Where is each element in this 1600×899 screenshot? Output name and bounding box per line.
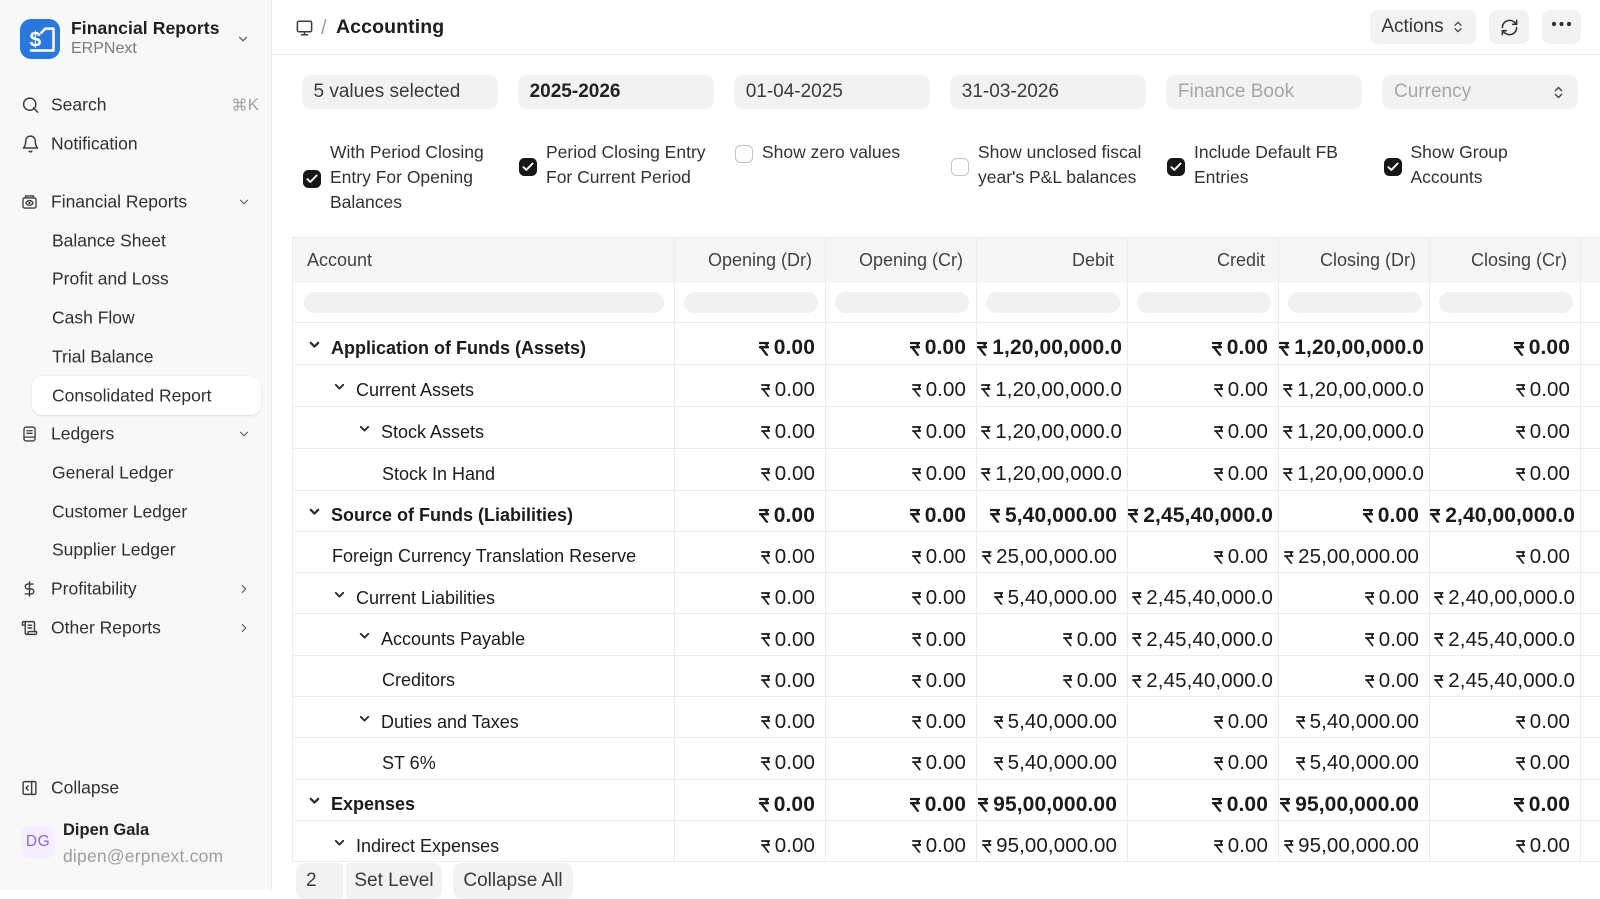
svg-text:$: $ [30, 29, 42, 52]
